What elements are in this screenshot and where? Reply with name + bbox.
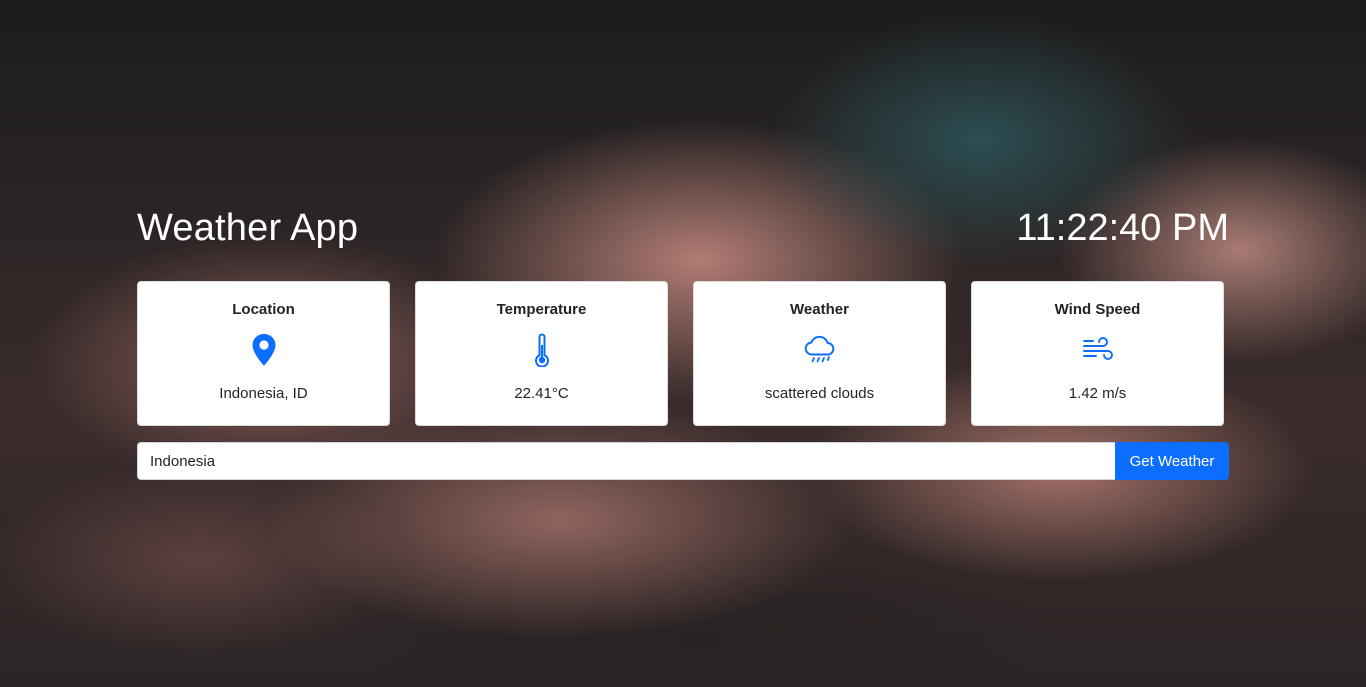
get-weather-button[interactable]: Get Weather (1115, 442, 1229, 480)
thermometer-icon (416, 333, 667, 367)
location-card: Location Indonesia, ID (137, 281, 390, 426)
wind-speed-card: Wind Speed 1.42 m/s (971, 281, 1224, 426)
temperature-value: 22.41°C (514, 385, 569, 402)
city-search-input[interactable] (137, 442, 1115, 480)
card-title: Temperature (496, 301, 587, 318)
location-pin-icon (138, 333, 389, 367)
wind-icon (972, 333, 1223, 367)
weather-cards: Location Indonesia, ID Temperature 22.41… (137, 281, 1229, 426)
header: Weather App 11:22:40 PM (137, 200, 1229, 256)
card-title: Location (232, 301, 295, 318)
wind-speed-value: 1.42 m/s (1068, 385, 1127, 402)
app-title: Weather App (137, 206, 359, 249)
clock: 11:22:40 PM (1016, 206, 1229, 249)
card-title: Weather (790, 301, 849, 318)
weather-app-container: Weather App 11:22:40 PM Location Indones… (137, 200, 1229, 480)
card-title: Wind Speed (1054, 301, 1141, 318)
weather-card: Weather scattered clouds (693, 281, 946, 426)
temperature-card: Temperature 22.41°C (415, 281, 668, 426)
search-bar: Get Weather (137, 442, 1229, 480)
location-value: Indonesia, ID (219, 385, 308, 402)
cloud-rain-icon (694, 333, 945, 367)
weather-value: scattered clouds (764, 385, 875, 402)
